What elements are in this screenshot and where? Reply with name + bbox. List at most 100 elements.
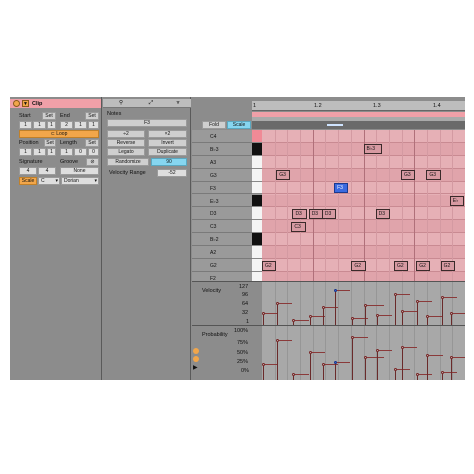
piano-key[interactable] [252,142,262,156]
clip-activator-icon[interactable] [13,100,20,107]
note-scroll-strip[interactable] [252,121,465,129]
lane-handle[interactable] [262,311,265,315]
lane-handle[interactable] [401,309,405,313]
loop-toggle[interactable]: ⊂ Loop [19,130,99,138]
lane-handle[interactable] [363,355,367,359]
lane-handle[interactable] [416,373,420,377]
lane-handle[interactable] [308,315,312,319]
end-bar-field[interactable]: 2 [60,121,73,129]
tab-envelopes[interactable]: ⤢ [139,99,163,107]
duplicate-button[interactable]: Duplicate [148,148,187,156]
midi-note[interactable]: G3 [426,170,441,181]
play-icon[interactable]: ▶ [193,364,198,371]
start-bar-field[interactable]: 1 [19,121,32,129]
piano-key-row[interactable]: F3 [192,181,262,195]
midi-note[interactable]: G2 [416,260,431,271]
piano-key-row[interactable]: G3 [192,168,262,182]
midi-note[interactable]: G2 [262,260,277,271]
piano-key[interactable] [252,233,262,247]
signature-denominator-field[interactable]: 4 [38,167,56,175]
groove-select[interactable]: None [60,167,99,175]
end-sixteenth-field[interactable]: 1 [88,121,99,129]
piano-key[interactable] [252,220,262,234]
lane-handle[interactable] [292,373,296,377]
midi-note[interactable]: G3 [401,170,416,181]
lane-handle[interactable] [321,363,325,367]
clip-title-bar[interactable]: ▼ Clip [10,99,101,108]
midi-note[interactable]: D3 [375,208,390,219]
length-beat-field[interactable]: 0 [74,148,87,156]
position-sixteenth-field[interactable]: 1 [47,148,56,156]
lane-up-icon[interactable] [193,348,199,354]
lane-handle[interactable] [393,292,397,296]
scale-toggle[interactable]: Scale [19,177,37,185]
lane-handle[interactable] [393,368,397,372]
piano-key-row[interactable]: C4 [192,130,262,143]
clip-fold-icon[interactable]: ▼ [22,100,29,107]
start-sixteenth-field[interactable]: 1 [47,121,56,129]
length-sixteenth-field[interactable]: 0 [88,148,99,156]
midi-note[interactable]: B♭3 [363,144,382,155]
midi-note[interactable]: G2 [440,260,455,271]
groove-hot-swap-button[interactable]: ⊘ [86,158,99,166]
legato-button[interactable]: Legato [107,148,145,156]
lane-handle[interactable] [449,355,453,359]
invert-button[interactable]: Invert [148,139,187,147]
lane-handle[interactable] [416,300,420,304]
lane-handle[interactable] [334,360,338,364]
reverse-button[interactable]: Reverse [107,139,145,147]
fold-button[interactable]: Fold [202,121,226,129]
piano-key[interactable] [252,207,262,221]
lane-handle[interactable] [351,317,355,321]
midi-note[interactable]: F3 [334,183,349,194]
tab-notes[interactable]: ⚲ [109,99,133,107]
piano-key[interactable] [252,246,262,259]
lane-handle[interactable] [351,336,355,340]
signature-numerator-field[interactable]: 4 [19,167,37,175]
lane-handle[interactable] [308,351,312,355]
piano-key[interactable] [252,259,262,272]
lane-handle[interactable] [292,319,296,323]
midi-note[interactable]: D3 [308,208,323,219]
midi-note[interactable]: D3 [321,208,337,219]
position-bar-field[interactable]: 1 [19,148,32,156]
end-set-button[interactable]: Set [85,112,99,120]
piano-key-row[interactable]: C3 [192,220,262,234]
scale-mode-select[interactable]: Dorian ▾ [61,177,99,185]
midi-note[interactable]: G2 [351,260,366,271]
lane-handle[interactable] [401,346,405,350]
length-set-button[interactable]: Set [85,139,99,147]
randomize-amount-field[interactable]: 90 [151,158,187,166]
piano-key[interactable] [252,181,262,195]
velocity-graph[interactable] [262,282,465,326]
lane-handle[interactable] [375,313,379,317]
midi-note[interactable]: G2 [393,260,409,271]
midi-note[interactable]: E♭ [449,196,464,206]
piano-key-row[interactable]: E♭3 [192,194,262,208]
lane-handle[interactable] [276,302,280,306]
scroll-thumb[interactable] [327,124,343,126]
end-beat-field[interactable]: 1 [74,121,87,129]
length-bar-field[interactable]: 1 [60,148,73,156]
lane-handle[interactable] [262,363,265,367]
midi-note[interactable]: G3 [276,170,291,181]
lane-down-icon[interactable] [193,356,199,362]
piano-key-row[interactable]: B♭3 [192,142,262,156]
note-grid[interactable]: B♭3 G3 G3 G3 F3 E♭ D3 D3 D3 D3 C3 G2 G2 G2 G2 G2 [262,130,465,285]
position-beat-field[interactable]: 1 [33,148,46,156]
midi-note[interactable]: D3 [292,208,307,219]
lane-handle[interactable] [449,311,453,315]
piano-key-row[interactable]: A2 [192,246,262,259]
half-time-button[interactable]: ÷2 [107,130,145,138]
probability-graph[interactable] [262,326,465,380]
scale-highlight-button[interactable]: Scale [227,121,251,129]
start-set-button[interactable]: Set [42,112,56,120]
lane-handle[interactable] [363,304,367,307]
lane-handle[interactable] [375,348,379,352]
piano-key[interactable] [252,130,262,143]
midi-note[interactable]: C3 [291,221,306,232]
lane-handle[interactable] [321,305,325,309]
lane-handle[interactable] [334,288,338,292]
time-ruler[interactable]: 1 1.2 1.3 1.4 [252,101,465,111]
velocity-range-field[interactable]: -52 [157,169,187,177]
